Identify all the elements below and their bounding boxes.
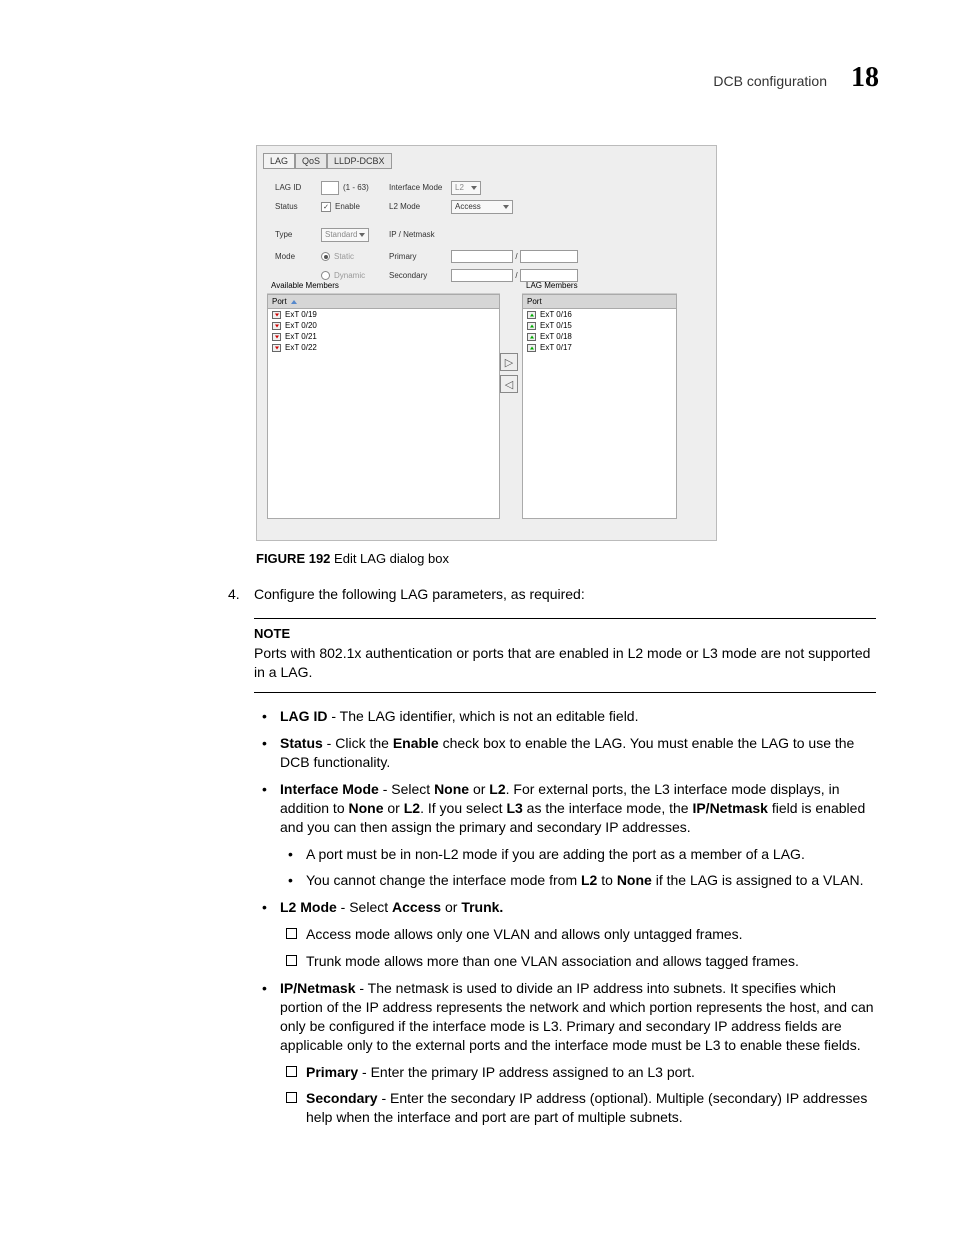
port-header[interactable]: Port [522,294,677,309]
header-title: DCB configuration [713,73,827,89]
lag-title: LAG Members [522,278,677,294]
sub-item: You cannot change the interface mode fro… [280,871,876,890]
list-item[interactable]: ExT 0/18 [523,331,676,342]
lagid-range: (1 - 63) [343,183,369,192]
step-4: 4. Configure the following LAG parameter… [228,585,876,604]
available-members-box: Available Members Port ExT 0/19 ExT 0/20… [267,278,500,519]
port-icon [527,322,536,330]
form-right-col: Interface Mode L2 L2 Mode Access IP / Ne… [389,178,578,285]
tab-lldp[interactable]: LLDP-DCBX [327,153,392,169]
status-label: Status [275,202,321,211]
tab-lag[interactable]: LAG [263,153,295,169]
available-list: ExT 0/19 ExT 0/20 ExT 0/21 ExT 0/22 [267,309,500,519]
ipnet-sublist: Primary - Enter the primary IP address a… [280,1063,876,1128]
l2mode-dropdown[interactable]: Access [451,200,513,214]
param-lagid: LAG ID - The LAG identifier, which is no… [254,707,876,726]
figure-text: Edit LAG dialog box [334,551,449,566]
type-dropdown[interactable]: Standard [321,228,369,242]
chevron-down-icon [471,186,477,190]
note-text: Ports with 802.1x authentication or port… [254,644,876,682]
figure-caption: FIGURE 192 Edit LAG dialog box [256,551,449,566]
lag-members-box: LAG Members Port ExT 0/16 ExT 0/15 ExT 0… [522,278,677,519]
list-item[interactable]: ExT 0/22 [268,342,499,353]
enable-label: Enable [335,202,360,211]
radio-static[interactable] [321,252,330,261]
step-number: 4. [228,585,254,604]
tabs: LAG QoS LLDP-DCBX [263,153,392,169]
param-ipnet: IP/Netmask - The netmask is used to divi… [254,979,876,1127]
type-label: Type [275,230,321,239]
list-item[interactable]: ExT 0/17 [523,342,676,353]
param-ifmode: Interface Mode - Select None or L2. For … [254,780,876,890]
move-left-button[interactable]: ◁ [500,375,518,393]
enable-checkbox[interactable]: ✓ [321,202,331,212]
header-number: 18 [851,62,879,94]
port-icon [272,344,281,352]
mode-label: Mode [275,252,321,261]
lag-list: ExT 0/16 ExT 0/15 ExT 0/18 ExT 0/17 [522,309,677,519]
tab-qos[interactable]: QoS [295,153,327,169]
sub-item: A port must be in non-L2 mode if you are… [280,845,876,864]
sort-up-icon [291,300,297,304]
move-right-button[interactable]: ▷ [500,353,518,371]
ifmode-label: Interface Mode [389,183,451,192]
dual-list: Available Members Port ExT 0/19 ExT 0/20… [267,278,677,519]
page-header: DCB configuration 18 [713,62,879,94]
param-status: Status - Click the Enable check box to e… [254,734,876,772]
figure-number: FIGURE 192 [256,551,330,566]
slash: / [513,252,520,261]
available-title: Available Members [267,278,500,294]
primary-mask-field[interactable] [520,250,578,263]
primary-label: Primary [389,252,451,261]
sub-item: Trunk mode allows more than one VLAN ass… [280,952,876,971]
static-label: Static [334,252,354,261]
lagid-spinner[interactable] [321,181,339,195]
port-icon [527,333,536,341]
sub-item: Secondary - Enter the secondary IP addre… [280,1089,876,1127]
list-item[interactable]: ExT 0/19 [268,309,499,320]
note-block: NOTE Ports with 802.1x authentication or… [254,618,876,693]
body-content: 4. Configure the following LAG parameter… [228,585,876,1135]
chevron-down-icon [503,205,509,209]
parameter-list: LAG ID - The LAG identifier, which is no… [254,707,876,1127]
l2mode-sublist: Access mode allows only one VLAN and all… [280,925,876,971]
port-icon [272,311,281,319]
step-text: Configure the following LAG parameters, … [254,585,585,604]
list-item[interactable]: ExT 0/21 [268,331,499,342]
port-icon [527,311,536,319]
note-title: NOTE [254,625,876,643]
port-icon [272,322,281,330]
ifmode-sublist: A port must be in non-L2 mode if you are… [280,845,876,891]
dialog-screenshot: LAG QoS LLDP-DCBX LAG ID (1 - 63) Status… [256,145,717,541]
l2mode-label: L2 Mode [389,202,451,211]
move-buttons: ▷ ◁ [500,278,522,519]
list-item[interactable]: ExT 0/16 [523,309,676,320]
port-header[interactable]: Port [267,294,500,309]
primary-ip-field[interactable] [451,250,513,263]
sub-item: Access mode allows only one VLAN and all… [280,925,876,944]
list-item[interactable]: ExT 0/15 [523,320,676,331]
port-icon [272,333,281,341]
param-l2mode: L2 Mode - Select Access or Trunk. Access… [254,898,876,971]
ipnetmask-label: IP / Netmask [389,230,451,239]
ifmode-dropdown[interactable]: L2 [451,181,481,195]
list-item[interactable]: ExT 0/20 [268,320,499,331]
port-icon [527,344,536,352]
form-left-col: LAG ID (1 - 63) Status ✓ Enable Type Sta… [275,178,369,285]
lagid-label: LAG ID [275,183,321,192]
chevron-down-icon [359,233,365,237]
sub-item: Primary - Enter the primary IP address a… [280,1063,876,1082]
